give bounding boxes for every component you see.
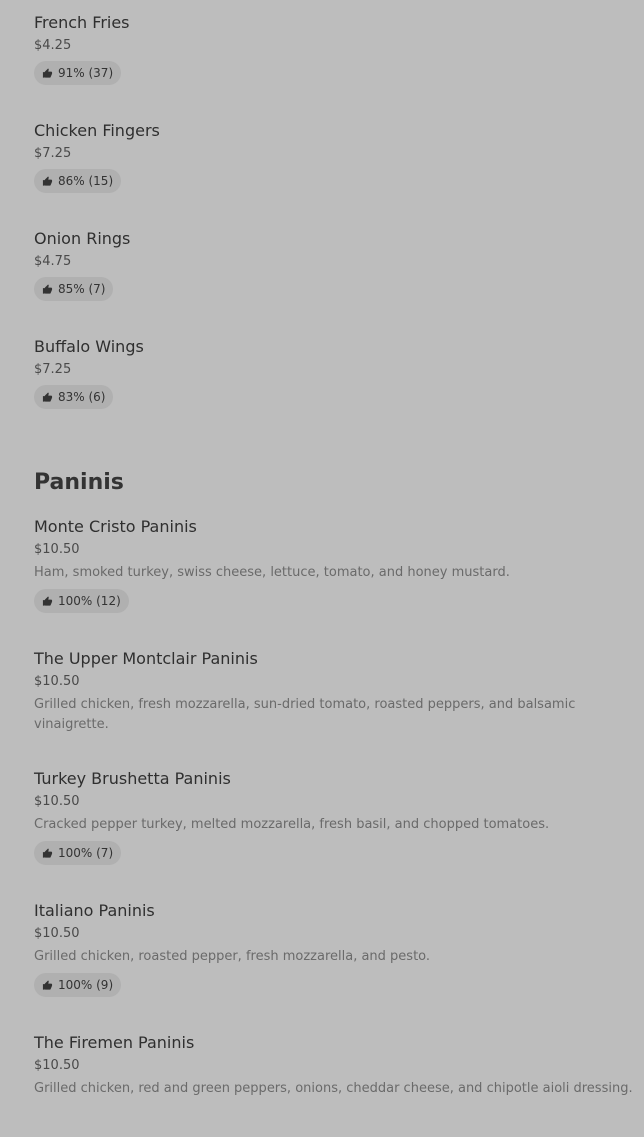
rating-badge: 86% (15) — [34, 169, 122, 193]
menu-item-buffalo-wings[interactable]: Buffalo Wings $7.25 83% (6) — [34, 336, 634, 409]
rating-badge: 85% (7) — [34, 277, 114, 301]
menu-item-monte-cristo[interactable]: Monte Cristo Paninis $10.50 Ham, smoked … — [34, 516, 634, 613]
rating-badge: 100% (12) — [34, 589, 129, 613]
item-name: Monte Cristo Paninis — [34, 517, 197, 536]
item-price: $4.25 — [34, 38, 72, 53]
thumbs-up-icon — [42, 391, 53, 402]
menu-item-french-fries[interactable]: French Fries $4.25 91% (37) — [34, 12, 634, 85]
item-description: Ham, smoked turkey, swiss cheese, lettuc… — [34, 565, 510, 580]
thumbs-up-icon — [42, 175, 53, 186]
rating-text: 85% (7) — [58, 282, 106, 296]
item-price: $10.50 — [34, 926, 80, 941]
thumbs-up-icon — [42, 979, 53, 990]
thumbs-up-icon — [42, 67, 53, 78]
item-name: The Firemen Paninis — [34, 1033, 195, 1052]
item-price: $10.50 — [34, 1058, 80, 1073]
rating-text: 100% (9) — [58, 978, 114, 992]
item-price: $10.50 — [34, 542, 80, 557]
item-name: French Fries — [34, 13, 130, 32]
thumbs-up-icon — [42, 847, 53, 858]
rating-text: 86% (15) — [58, 174, 114, 188]
rating-text: 100% (7) — [58, 846, 114, 860]
thumbs-up-icon — [42, 283, 53, 294]
item-price: $7.25 — [34, 146, 72, 161]
rating-text: 83% (6) — [58, 390, 106, 404]
item-price: $10.50 — [34, 674, 80, 689]
item-price: $10.50 — [34, 794, 80, 809]
item-description: Grilled chicken, roasted pepper, fresh m… — [34, 949, 431, 964]
rating-badge: 91% (37) — [34, 61, 122, 85]
menu-item-upper-montclair[interactable]: The Upper Montclair Paninis $10.50 Grill… — [34, 648, 634, 735]
menu-item-chicken-fingers[interactable]: Chicken Fingers $7.25 86% (15) — [34, 120, 634, 193]
menu-item-italiano[interactable]: Italiano Paninis $10.50 Grilled chicken,… — [34, 900, 634, 997]
item-name: Buffalo Wings — [34, 337, 144, 356]
rating-text: 91% (37) — [58, 66, 114, 80]
menu-item-turkey-brushetta[interactable]: Turkey Brushetta Paninis $10.50 Cracked … — [34, 768, 634, 865]
item-name: The Upper Montclair Paninis — [34, 649, 258, 668]
item-description: Cracked pepper turkey, melted mozzarella… — [34, 817, 550, 832]
item-price: $7.25 — [34, 362, 72, 377]
item-price: $4.75 — [34, 254, 72, 269]
rating-text: 100% (12) — [58, 594, 121, 608]
item-description: Grilled chicken, fresh mozzarella, sun-d… — [34, 697, 576, 732]
rating-badge: 100% (9) — [34, 973, 122, 997]
item-name: Turkey Brushetta Paninis — [34, 769, 231, 788]
item-description: Grilled chicken, red and green peppers, … — [34, 1081, 633, 1096]
thumbs-up-icon — [42, 595, 53, 606]
menu-item-firemen[interactable]: The Firemen Paninis $10.50 Grilled chick… — [34, 1032, 634, 1099]
menu-item-onion-rings[interactable]: Onion Rings $4.75 85% (7) — [34, 228, 634, 301]
item-name: Italiano Paninis — [34, 901, 155, 920]
item-name: Chicken Fingers — [34, 121, 160, 140]
section-title-paninis: Paninis — [34, 470, 124, 495]
rating-badge: 100% (7) — [34, 841, 122, 865]
rating-badge: 83% (6) — [34, 385, 114, 409]
item-name: Onion Rings — [34, 229, 131, 248]
